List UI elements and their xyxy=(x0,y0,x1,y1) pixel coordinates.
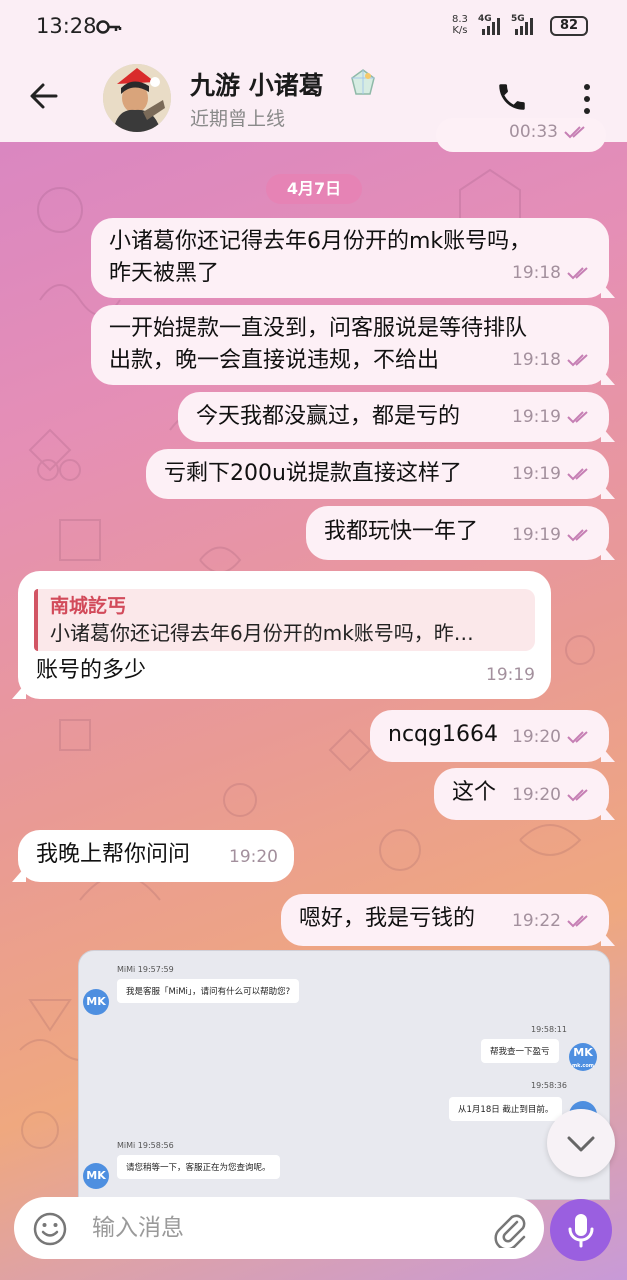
message-bubble-outgoing[interactable]: ncqg1664 19:20 xyxy=(370,710,615,762)
avatar-image xyxy=(103,64,171,132)
message-time: 19:20 xyxy=(512,785,561,805)
back-arrow-icon[interactable] xyxy=(28,80,60,112)
agent-message: 请您稍等一下，客服正在为您查询呢。 xyxy=(117,1155,280,1179)
user-time: 19:58:11 xyxy=(531,1025,567,1034)
user-message: 帮我查一下盈亏 xyxy=(481,1039,559,1063)
message-time: 00:33 xyxy=(509,122,558,142)
chevron-down-icon xyxy=(567,1136,595,1152)
message-time: 19:19 xyxy=(512,464,561,484)
message-text: 账号的多少 xyxy=(36,658,147,683)
status-time: 13:28 xyxy=(36,14,97,38)
more-options-icon[interactable] xyxy=(577,82,597,116)
agent-label: MiMi 19:58:56 xyxy=(117,1141,174,1150)
message-bubble-outgoing[interactable]: 我都玩快一年了 19:19 xyxy=(306,506,615,560)
read-ticks-icon xyxy=(567,267,588,280)
message-time: 19:19 xyxy=(486,665,535,685)
message-time: 19:18 xyxy=(512,350,561,370)
read-ticks-icon xyxy=(564,126,585,139)
read-ticks-icon xyxy=(567,915,588,928)
message-time: 19:22 xyxy=(512,911,561,931)
avatar[interactable] xyxy=(103,64,171,132)
chat-title: 九游 小诸葛 xyxy=(190,71,324,100)
read-ticks-icon xyxy=(567,468,588,481)
message-bubble-incoming[interactable]: 南城訖丐 小诸葛你还记得去年6月份开的mk账号吗，昨… 账号的多少 19:19 xyxy=(12,571,551,699)
message-bubble-outgoing[interactable]: 亏剩下200u说提款直接这样了 19:19 xyxy=(146,449,615,499)
read-ticks-icon xyxy=(567,411,588,424)
date-separator: 4月7日 xyxy=(266,174,362,204)
message-composer xyxy=(14,1197,544,1259)
message-time: 19:19 xyxy=(512,525,561,545)
message-bubble-outgoing[interactable]: 这个 19:20 xyxy=(434,768,615,820)
read-ticks-icon xyxy=(567,529,588,542)
agent-message: 我是客服「MiMi」，请问有什么可以帮助您? xyxy=(117,979,300,1003)
phone-icon[interactable] xyxy=(495,80,529,114)
user-time: 19:58:36 xyxy=(531,1081,567,1090)
message-time: 19:18 xyxy=(512,263,561,283)
reply-quote[interactable]: 南城訖丐 小诸葛你还记得去年6月份开的mk账号吗，昨… xyxy=(34,589,535,651)
emoji-icon[interactable] xyxy=(32,1211,68,1247)
message-text-line: 小诸葛你还记得去年6月份开的mk账号吗， xyxy=(109,229,532,254)
signal-icon-2 xyxy=(515,17,533,35)
signal-icon xyxy=(482,17,500,35)
user-message: 从1月18日 截止到目前。 xyxy=(449,1097,563,1121)
agent-avatar: MK xyxy=(83,989,109,1015)
read-ticks-icon xyxy=(567,789,588,802)
key-icon xyxy=(96,20,122,34)
microphone-icon xyxy=(568,1214,594,1248)
message-bubble-partial[interactable]: 00:33 xyxy=(436,118,606,152)
message-time: 19:20 xyxy=(229,847,278,867)
message-bubble-outgoing[interactable]: 嗯好，我是亏钱的 19:22 xyxy=(281,894,615,946)
network-speed: 8.3 K/s xyxy=(452,14,468,36)
agent-label: MiMi 19:57:59 xyxy=(117,965,174,974)
message-input[interactable] xyxy=(92,1211,472,1245)
message-bubble-outgoing[interactable]: 一开始提款一直没到，问客服说是等待排队 出款，晚一会直接说违规，不给出 19:1… xyxy=(91,305,615,385)
read-ticks-icon xyxy=(567,354,588,367)
scroll-to-bottom-button[interactable] xyxy=(547,1109,615,1177)
image-attachment[interactable]: MiMi 19:57:59 MK 我是客服「MiMi」，请问有什么可以帮助您? … xyxy=(78,950,610,1200)
battery-icon: 82 xyxy=(550,16,588,36)
user-avatar: MK mk.com xyxy=(569,1043,597,1071)
message-time: 19:20 xyxy=(512,727,561,747)
status-bar: 13:28 8.3 K/s 4G 5G 82 xyxy=(0,0,627,52)
message-bubble-outgoing[interactable]: 小诸葛你还记得去年6月份开的mk账号吗， 昨天被黑了 19:18 xyxy=(91,218,615,298)
agent-avatar: MK xyxy=(83,1163,109,1189)
read-ticks-icon xyxy=(567,731,588,744)
message-time: 19:19 xyxy=(512,407,561,427)
reply-sender-name: 南城訖丐 xyxy=(50,595,127,617)
gem-badge-icon xyxy=(351,69,375,95)
message-text-line: 一开始提款一直没到，问客服说是等待排队 xyxy=(109,316,528,341)
chat-status: 近期曾上线 xyxy=(190,108,286,130)
reply-quote-text: 小诸葛你还记得去年6月份开的mk账号吗，昨… xyxy=(50,621,474,645)
message-bubble-incoming[interactable]: 我晚上帮你问问 19:20 xyxy=(12,830,294,882)
voice-message-button[interactable] xyxy=(550,1199,612,1261)
paperclip-icon[interactable] xyxy=(492,1210,528,1248)
message-bubble-outgoing[interactable]: 今天我都没赢过，都是亏的 19:19 xyxy=(178,392,615,442)
